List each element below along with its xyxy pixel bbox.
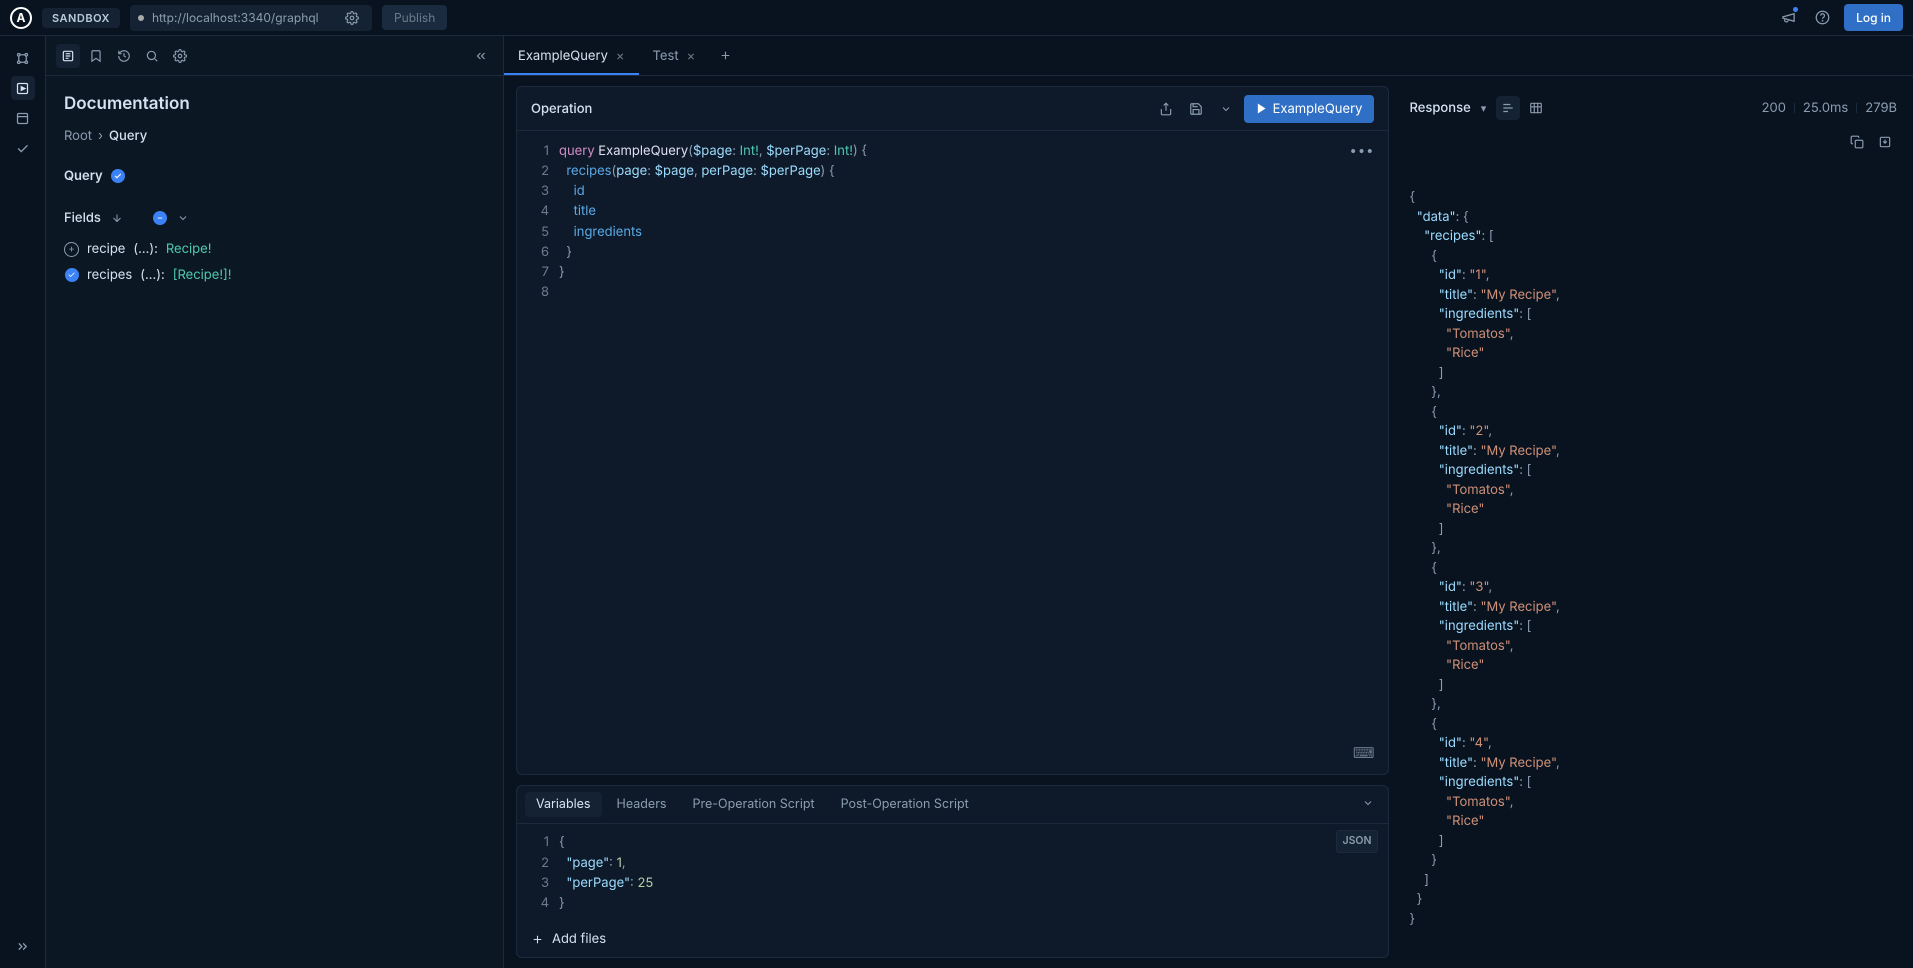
add-tab-button[interactable] — [709, 36, 742, 75]
more-icon[interactable]: ••• — [1350, 141, 1375, 161]
fields-label: Fields — [64, 210, 101, 226]
search-icon[interactable] — [140, 44, 164, 68]
tabs-row: ExampleQuery×Test× — [504, 36, 1913, 76]
check-badge-icon[interactable]: ✓ — [111, 169, 125, 183]
response-time: 25.0ms — [1794, 100, 1848, 116]
operation-header: Operation ExampleQuery — [517, 87, 1388, 131]
breadcrumb-current: Query — [109, 128, 147, 144]
run-button[interactable]: ExampleQuery — [1244, 95, 1375, 123]
plus-circle-icon[interactable]: + — [64, 242, 79, 257]
doc-view-icon[interactable] — [56, 44, 80, 68]
response-title: Response — [1409, 100, 1470, 116]
publish-button[interactable]: Publish — [382, 5, 447, 30]
share-icon[interactable] — [1154, 97, 1178, 121]
check-circle-icon[interactable]: ✓ — [64, 268, 79, 283]
response-stats: 200 25.0ms 279B — [1762, 100, 1897, 116]
vars-tab-headers[interactable]: Headers — [606, 792, 678, 817]
top-bar: A SANDBOX Publish Log in — [0, 0, 1913, 36]
chevron-right-icon: › — [98, 128, 103, 144]
view-tree-icon[interactable] — [1496, 96, 1520, 120]
copy-icon[interactable] — [1845, 130, 1869, 154]
vars-tab-variables[interactable]: Variables — [525, 792, 602, 817]
response-status: 200 — [1762, 100, 1786, 116]
main-area: Documentation Root › Query Query ✓ Field… — [0, 36, 1913, 968]
tab-examplequery[interactable]: ExampleQuery× — [504, 36, 639, 75]
help-icon[interactable] — [1810, 6, 1834, 30]
sort-icon[interactable] — [111, 212, 123, 224]
save-icon[interactable] — [1184, 97, 1208, 121]
type-heading: Query ✓ — [64, 168, 485, 184]
subgraph-icon[interactable] — [11, 106, 35, 130]
settings-icon[interactable] — [168, 44, 192, 68]
close-icon[interactable]: × — [687, 48, 696, 64]
field-recipe[interactable]: +recipe(…): Recipe! — [64, 236, 485, 262]
doc-title: Documentation — [64, 94, 485, 114]
login-button[interactable]: Log in — [1844, 4, 1903, 31]
fields-header: Fields − — [64, 210, 485, 226]
status-dot-icon — [138, 15, 144, 21]
endpoint-url-input[interactable] — [152, 10, 332, 25]
bookmark-icon[interactable] — [84, 44, 108, 68]
variables-tabs: VariablesHeadersPre-Operation ScriptPost… — [517, 786, 1388, 824]
type-name: Query — [64, 168, 103, 184]
download-icon[interactable] — [1873, 130, 1897, 154]
variables-panel: VariablesHeadersPre-Operation ScriptPost… — [516, 785, 1389, 958]
explorer-icon[interactable] — [11, 76, 35, 100]
operation-panel: Operation ExampleQuery — [516, 86, 1389, 775]
breadcrumb: Root › Query — [64, 128, 485, 144]
response-body[interactable]: { "data": { "recipes": [ { "id": "1", "t… — [1401, 130, 1901, 958]
expand-rail-icon[interactable] — [11, 934, 35, 958]
response-header: Response ▾ 200 25.0ms 279B — [1401, 86, 1901, 130]
mode-pill[interactable]: SANDBOX — [42, 8, 120, 28]
keyboard-icon[interactable]: ⌨ — [1353, 741, 1375, 764]
close-icon[interactable]: × — [616, 48, 625, 64]
view-table-icon[interactable] — [1524, 96, 1548, 120]
checks-icon[interactable] — [11, 136, 35, 160]
collapse-all-icon[interactable]: − — [153, 211, 167, 225]
endpoint-url-box[interactable] — [130, 5, 372, 31]
nav-rail — [0, 36, 46, 968]
chevron-down-icon[interactable] — [177, 212, 189, 224]
doc-toolbar — [46, 36, 503, 76]
variables-editor[interactable]: JSON 1 2 3 4 { "page": 1, "perPage": 25 … — [517, 824, 1388, 921]
breadcrumb-root[interactable]: Root — [64, 128, 92, 144]
fields-list: +recipe(…): Recipe!✓recipes(…): [Recipe!… — [64, 236, 485, 288]
gear-icon[interactable] — [340, 6, 364, 30]
documentation-panel: Documentation Root › Query Query ✓ Field… — [46, 36, 504, 968]
caret-down-icon[interactable] — [1214, 97, 1238, 121]
workspace: ExampleQuery×Test× Operation — [504, 36, 1913, 968]
vars-tab-pre-operation-script[interactable]: Pre-Operation Script — [682, 792, 826, 817]
vars-tab-post-operation-script[interactable]: Post-Operation Script — [830, 792, 980, 817]
megaphone-icon[interactable] — [1776, 6, 1800, 30]
operation-editor[interactable]: 1 2 3 4 5 6 7 8 query ExampleQuery($page… — [517, 131, 1388, 774]
collapse-panel-icon[interactable] — [469, 44, 493, 68]
history-icon[interactable] — [112, 44, 136, 68]
collapse-vars-icon[interactable] — [1356, 793, 1380, 817]
add-files-label: Add files — [552, 931, 606, 947]
add-files-button[interactable]: Add files — [517, 921, 1388, 957]
run-label: ExampleQuery — [1273, 101, 1363, 117]
tab-test[interactable]: Test× — [639, 36, 710, 75]
response-caret-icon[interactable]: ▾ — [1481, 101, 1487, 115]
apollo-logo[interactable]: A — [10, 7, 32, 29]
field-recipes[interactable]: ✓recipes(…): [Recipe!]! — [64, 262, 485, 288]
response-size: 279B — [1856, 100, 1897, 116]
operation-title: Operation — [531, 101, 1148, 117]
schema-icon[interactable] — [11, 46, 35, 70]
